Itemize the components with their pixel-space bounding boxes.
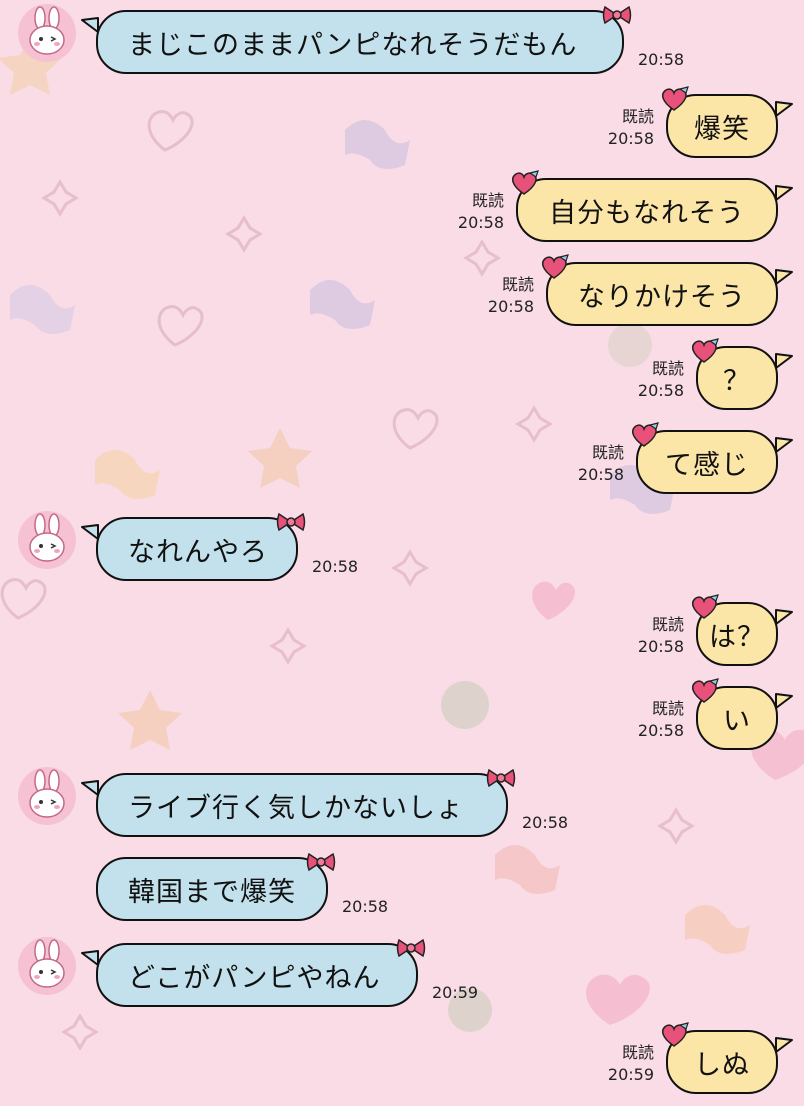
message-bubble[interactable]: まじこのままパンピなれそうだもん	[96, 10, 624, 74]
message-bubble[interactable]: なれんやろ	[96, 517, 298, 581]
read-receipt: 既読	[651, 615, 684, 634]
read-receipt: 既読	[591, 443, 624, 462]
message-text: ？	[723, 365, 751, 397]
message-text: て感じ	[665, 449, 749, 481]
contact-avatar[interactable]	[18, 4, 76, 62]
bubble-tail	[81, 17, 99, 33]
message-time: 20:58	[637, 721, 684, 740]
message-meta: 既読 20:59	[608, 1042, 654, 1086]
bunny-avatar-icon	[29, 6, 65, 55]
heart-sticker-icon	[691, 338, 719, 363]
message-text: い	[723, 705, 751, 737]
message-bubble[interactable]: どこがパンピやねん	[96, 943, 418, 1007]
bubble-tail	[775, 101, 793, 117]
message-text: なれんやろ	[128, 536, 268, 568]
message-text: は？	[709, 621, 765, 653]
heart-sticker-icon	[691, 594, 719, 619]
bubble-tail	[775, 353, 793, 369]
message-time: 20:58	[457, 213, 504, 232]
message-text: まじこのままパンピなれそうだもん	[128, 29, 578, 61]
message-meta: 既読 20:58	[488, 274, 534, 318]
bubble-tail	[775, 609, 793, 625]
contact-avatar[interactable]	[18, 511, 76, 569]
bunny-avatar-icon	[29, 769, 65, 818]
bubble-tail	[81, 950, 99, 966]
message-text: 爆笑	[694, 113, 750, 145]
bunny-avatar-icon	[29, 513, 65, 562]
message-time: 20:58	[638, 50, 685, 69]
message-time: 20:58	[577, 465, 624, 484]
bubble-tail	[81, 524, 99, 540]
heart-sticker-icon	[511, 170, 539, 195]
message-meta: 既読 20:58	[608, 106, 654, 150]
bubble-tail	[775, 437, 793, 453]
read-receipt: 既読	[621, 1043, 654, 1062]
message-time: 20:58	[522, 813, 569, 832]
message-text: どこがパンピやねん	[128, 962, 381, 994]
message-time: 20:58	[637, 381, 684, 400]
message-meta: 既読 20:58	[458, 190, 504, 234]
heart-sticker-icon	[691, 678, 719, 703]
message-time: 20:58	[637, 637, 684, 656]
message-bubble[interactable]: なりかけそう	[546, 262, 778, 326]
message-text: なりかけそう	[578, 281, 746, 313]
message-time: 20:59	[432, 983, 479, 1002]
message-bubble[interactable]: 自分もなれそう	[516, 178, 778, 242]
heart-sticker-icon	[661, 86, 689, 111]
message-time: 20:58	[487, 297, 534, 316]
bubble-tail	[775, 185, 793, 201]
message-meta: 既読 20:58	[638, 358, 684, 402]
bubble-tail	[775, 693, 793, 709]
heart-sticker-icon	[541, 254, 569, 279]
ribbon-bow-icon	[396, 938, 426, 958]
message-meta: 既読 20:58	[578, 442, 624, 486]
message-bubble[interactable]: ライブ行く気しかないしょ	[96, 773, 508, 837]
ribbon-bow-icon	[602, 5, 632, 25]
message-text: しぬ	[694, 1049, 750, 1081]
read-receipt: 既読	[501, 275, 534, 294]
bunny-avatar-icon	[29, 939, 65, 988]
message-meta: 既読 20:58	[638, 698, 684, 742]
bubble-tail	[775, 269, 793, 285]
contact-avatar[interactable]	[18, 767, 76, 825]
message-time: 20:58	[342, 897, 389, 916]
message-time: 20:59	[607, 1065, 654, 1084]
read-receipt: 既読	[651, 699, 684, 718]
ribbon-bow-icon	[486, 768, 516, 788]
message-time: 20:58	[607, 129, 654, 148]
read-receipt: 既読	[471, 191, 504, 210]
bubble-tail	[775, 1037, 793, 1053]
message-meta: 既読 20:58	[638, 614, 684, 658]
contact-avatar[interactable]	[18, 937, 76, 995]
message-text: 自分もなれそう	[549, 197, 745, 229]
read-receipt: 既読	[621, 107, 654, 126]
message-bubble[interactable]: 韓国まで爆笑	[96, 857, 328, 921]
message-text: ライブ行く気しかないしょ	[128, 792, 464, 824]
heart-sticker-icon	[661, 1022, 689, 1047]
ribbon-bow-icon	[306, 852, 336, 872]
heart-sticker-icon	[631, 422, 659, 447]
ribbon-bow-icon	[276, 512, 306, 532]
bubble-tail	[81, 780, 99, 796]
message-time: 20:58	[312, 557, 359, 576]
read-receipt: 既読	[651, 359, 684, 378]
message-text: 韓国まで爆笑	[128, 876, 296, 908]
